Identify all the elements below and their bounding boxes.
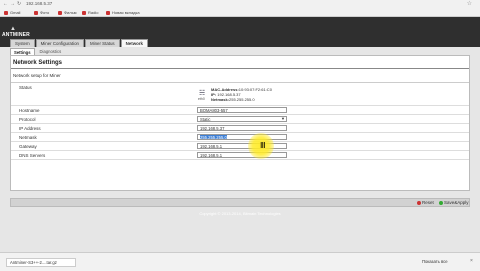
tab-network[interactable]: Network xyxy=(120,39,148,47)
reset-icon xyxy=(417,201,421,205)
copyright-text: Copyright © 2013-2014, Bitmain Technolog… xyxy=(199,211,281,216)
title-divider xyxy=(11,68,469,69)
bookmark-item[interactable]: Фильм xyxy=(58,10,76,15)
bookmark-icon xyxy=(82,11,86,15)
bookmark-icon xyxy=(58,11,62,15)
netmask-row: Netmask 255.255.255.0 xyxy=(11,133,469,142)
bookmark-icon xyxy=(4,11,8,15)
interface-caption: eth0 xyxy=(198,97,205,101)
tab-system[interactable]: System xyxy=(10,39,35,47)
network-interface-icon: ☵ xyxy=(199,90,206,97)
panel-description: Network setup for Miner xyxy=(13,73,61,78)
hostname-row: Hostname BOMA803-557 xyxy=(11,106,469,115)
status-netmask: Netmask:255.255.255.0 xyxy=(211,97,255,102)
page-title: Network Settings xyxy=(13,60,63,66)
status-label: Status xyxy=(19,85,32,90)
bookmark-item[interactable]: Gmail xyxy=(4,10,20,15)
dns-servers-row: DNS Servers 192.168.5.1 xyxy=(11,151,469,160)
save-icon xyxy=(439,201,443,205)
browser-chrome: ← → ↻ 192.168.5.37 ☆ Gmail Фото Фильм Ra… xyxy=(0,0,480,17)
bookmark-item[interactable]: Radio xyxy=(82,10,98,15)
app-header: ▲ ANTMINER System Miner Configuration Mi… xyxy=(0,17,480,47)
gateway-row: Gateway 192.168.5.1 xyxy=(11,142,469,151)
text-cursor-icon: Ⅲ xyxy=(260,141,266,150)
dns-servers-input[interactable]: 192.168.5.1 xyxy=(197,152,287,158)
download-bar: Antminer-S3++-2....tar.gz Показать все × xyxy=(0,252,480,271)
ip-address-input[interactable]: 192.168.5.37 xyxy=(197,125,287,131)
page-content: ▲ ANTMINER System Miner Configuration Mi… xyxy=(0,17,480,252)
forward-icon[interactable]: → xyxy=(10,1,15,7)
reset-button[interactable]: Reset xyxy=(417,200,434,205)
download-item[interactable]: Antminer-S3++-2....tar.gz xyxy=(6,258,76,267)
address-bar[interactable]: 192.168.5.37 xyxy=(26,1,52,6)
protocol-select[interactable]: Static ▼ xyxy=(197,116,287,122)
netmask-selected-text: 255.255.255.0 xyxy=(200,135,227,140)
bookmark-item[interactable]: Фото xyxy=(34,10,49,15)
subtab-settings[interactable]: Settings xyxy=(10,48,35,55)
tab-miner-status[interactable]: Miner Status xyxy=(84,39,120,47)
protocol-row: Protocol Static ▼ xyxy=(11,115,469,124)
protocol-label: Protocol xyxy=(19,117,36,122)
close-icon[interactable]: × xyxy=(470,258,473,264)
bookmarks-bar: Gmail Фото Фильм Radio Новая вкладка xyxy=(0,8,480,17)
netmask-label: Netmask xyxy=(19,135,37,140)
status-row: Status ☵ eth0 MAC-Address:10:93:07:F2:61… xyxy=(11,83,469,106)
bookmark-star-icon[interactable]: ☆ xyxy=(467,0,472,7)
dns-servers-label: DNS Servers xyxy=(19,153,46,158)
bookmark-icon xyxy=(34,11,38,15)
back-icon[interactable]: ← xyxy=(3,1,8,7)
bookmark-item[interactable]: Новая вкладка xyxy=(106,10,140,15)
show-all-downloads-link[interactable]: Показать все xyxy=(422,259,448,264)
netmask-input[interactable]: 255.255.255.0 xyxy=(197,134,287,140)
hostname-label: Hostname xyxy=(19,108,40,113)
network-settings-panel: Network Settings Network setup for Miner… xyxy=(10,55,470,191)
ip-address-label: IP Address xyxy=(19,126,41,131)
hostname-input[interactable]: BOMA803-557 xyxy=(197,107,287,113)
main-tabs: System Miner Configuration Miner Status … xyxy=(10,39,149,47)
action-bar: Reset Save&Apply xyxy=(10,198,470,207)
ip-address-row: IP Address 192.168.5.37 xyxy=(11,124,469,133)
sub-tabs: Settings Diagnostics xyxy=(10,48,66,55)
gateway-label: Gateway xyxy=(19,144,37,149)
subtab-diagnostics[interactable]: Diagnostics xyxy=(37,48,65,55)
address-row: ← → ↻ 192.168.5.37 ☆ xyxy=(0,0,480,8)
save-apply-button[interactable]: Save&Apply xyxy=(439,200,469,205)
bookmark-icon xyxy=(106,11,110,15)
network-form: Status ☵ eth0 MAC-Address:10:93:07:F2:61… xyxy=(11,82,469,192)
protocol-selected-value: Static xyxy=(200,117,211,122)
chevron-down-icon: ▼ xyxy=(281,116,285,121)
tab-miner-configuration[interactable]: Miner Configuration xyxy=(35,39,84,47)
reload-icon[interactable]: ↻ xyxy=(17,1,21,7)
